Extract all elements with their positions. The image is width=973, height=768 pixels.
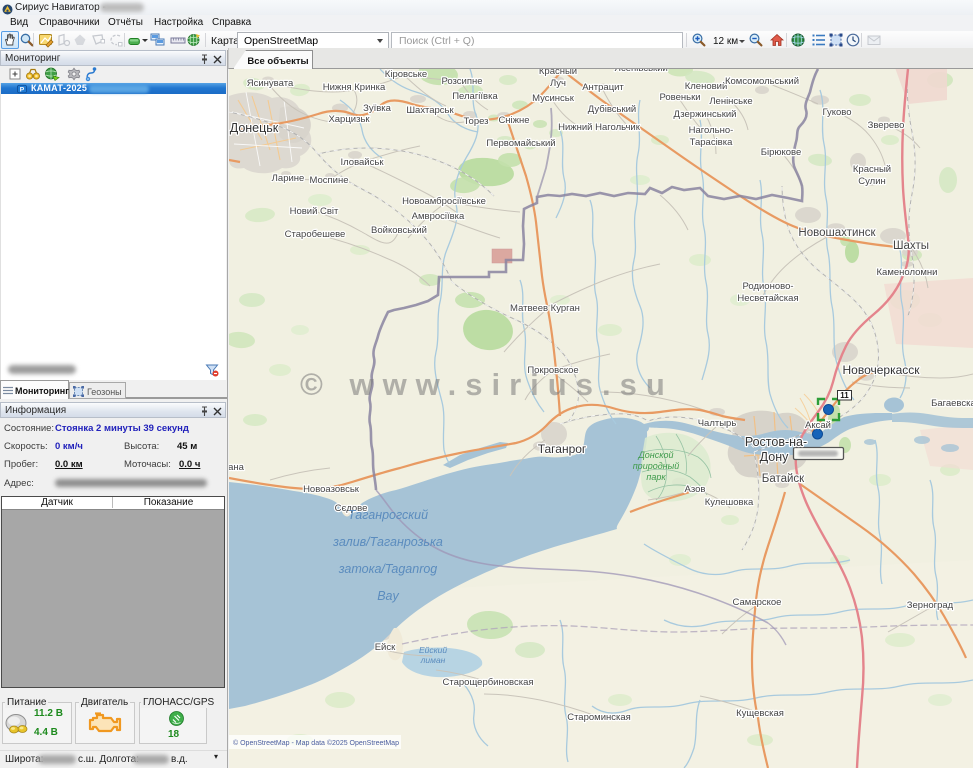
svg-text:Донецьк: Донецьк xyxy=(230,121,279,135)
svg-text:Родионово-: Родионово- xyxy=(742,281,793,292)
svg-text:Старобешеве: Старобешеве xyxy=(285,229,346,240)
svg-text:Новоамбросіївське: Новоамбросіївське xyxy=(402,196,486,207)
svg-text:Кленовий: Кленовий xyxy=(685,81,728,92)
svg-text:Несветайская: Несветайская xyxy=(737,293,798,304)
svg-text:Ясинувата: Ясинувата xyxy=(247,78,294,89)
svg-text:Нагольно-: Нагольно- xyxy=(689,125,734,136)
svg-text:Донской: Донской xyxy=(637,450,673,460)
svg-text:Красный: Красный xyxy=(853,164,891,175)
svg-text:Ларине: Ларине xyxy=(272,173,305,184)
svg-text:затока/Taganrog: затока/Taganrog xyxy=(338,562,438,576)
svg-text:Новоазовськ: Новоазовськ xyxy=(303,484,360,495)
svg-text:Нижний Нагольчик: Нижний Нагольчик xyxy=(558,122,641,133)
svg-text:Шахтарськ: Шахтарськ xyxy=(406,105,454,116)
svg-text:Шахты: Шахты xyxy=(893,240,929,252)
svg-text:залив/Таганрозька: залив/Таганрозька xyxy=(332,535,443,549)
svg-text:© OpenStreetMap - Map data ©20: © OpenStreetMap - Map data ©2025 OpenStr… xyxy=(233,739,399,747)
svg-text:© www.sirius.su: © www.sirius.su xyxy=(300,367,674,402)
svg-text:Сулин: Сулин xyxy=(858,176,886,187)
svg-text:Багаевская: Багаевская xyxy=(931,398,973,409)
svg-text:Новий Світ: Новий Світ xyxy=(290,206,339,217)
svg-text:Ейск: Ейск xyxy=(375,642,396,653)
svg-text:11: 11 xyxy=(840,391,849,400)
svg-text:Ясенівський: Ясенівський xyxy=(614,69,668,74)
svg-text:ана: ана xyxy=(229,462,245,473)
svg-text:природный: природный xyxy=(633,461,680,471)
svg-text:Красный: Красный xyxy=(539,69,577,77)
svg-text:Луч: Луч xyxy=(550,78,566,89)
svg-text:Таганрог: Таганрог xyxy=(538,442,587,456)
svg-text:Бірюкове: Бірюкове xyxy=(761,147,802,158)
svg-text:Староминская: Староминская xyxy=(567,712,631,723)
svg-text:Комсомольський: Комсомольський xyxy=(725,76,799,87)
svg-text:Сніжне: Сніжне xyxy=(498,115,529,126)
svg-text:Пелагіївка: Пелагіївка xyxy=(452,91,498,102)
svg-text:Азов: Азов xyxy=(685,484,706,495)
svg-text:Гуково: Гуково xyxy=(822,107,851,118)
svg-text:Каменоломни: Каменоломни xyxy=(877,267,938,278)
svg-text:Нижня Кринка: Нижня Кринка xyxy=(323,82,386,93)
svg-text:Батайск: Батайск xyxy=(762,473,805,485)
svg-text:Ростов-на-: Ростов-на- xyxy=(745,435,807,449)
svg-text:Тарасівка: Тарасівка xyxy=(690,137,733,148)
svg-text:Старощербиновская: Старощербиновская xyxy=(443,677,534,688)
svg-text:Ленінське: Ленінське xyxy=(709,96,752,107)
svg-text:Ейский: Ейский xyxy=(419,645,447,655)
svg-text:Кіровське: Кіровське xyxy=(385,69,427,80)
svg-text:Мусинськ: Мусинськ xyxy=(532,93,575,104)
svg-text:Аксай: Аксай xyxy=(805,420,831,431)
svg-text:Дону: Дону xyxy=(760,450,789,464)
svg-text:P: P xyxy=(20,86,25,93)
svg-text:Розсипне: Розсипне xyxy=(441,76,482,87)
svg-text:Торез: Торез xyxy=(463,116,488,127)
svg-text:лиман: лиман xyxy=(420,655,446,665)
svg-text:Зуївка: Зуївка xyxy=(363,103,392,114)
svg-text:Самарское: Самарское xyxy=(733,597,782,608)
svg-text:Кущевская: Кущевская xyxy=(736,708,784,719)
svg-text:Кулешовка: Кулешовка xyxy=(705,497,754,508)
svg-text:Матвеев Курган: Матвеев Курган xyxy=(510,303,580,314)
svg-text:Войковський: Войковський xyxy=(371,225,427,236)
svg-text:Антрацит: Антрацит xyxy=(582,82,624,93)
svg-text:Зерноград: Зерноград xyxy=(907,600,954,611)
svg-text:Ровеньки: Ровеньки xyxy=(659,92,700,103)
svg-text:Дубівський: Дубівський xyxy=(588,104,636,115)
svg-text:Моспине: Моспине xyxy=(309,175,348,186)
svg-text:Новочеркасск: Новочеркасск xyxy=(842,363,920,377)
svg-text:Таганрогский: Таганрогский xyxy=(348,508,428,522)
svg-text:парк: парк xyxy=(646,472,666,482)
svg-text:Дзержинський: Дзержинський xyxy=(674,109,737,120)
svg-text:Іловайськ: Іловайськ xyxy=(341,157,385,168)
svg-text:Bay: Bay xyxy=(377,589,399,603)
svg-text:Первомайський: Первомайський xyxy=(486,138,555,149)
svg-text:Чалтырь: Чалтырь xyxy=(698,418,737,429)
svg-text:Новошахтинск: Новошахтинск xyxy=(798,227,876,239)
svg-text:Зверево: Зверево xyxy=(868,120,905,131)
svg-text:Харцизьк: Харцизьк xyxy=(328,114,370,125)
svg-text:Амвросіївка: Амвросіївка xyxy=(412,211,465,222)
